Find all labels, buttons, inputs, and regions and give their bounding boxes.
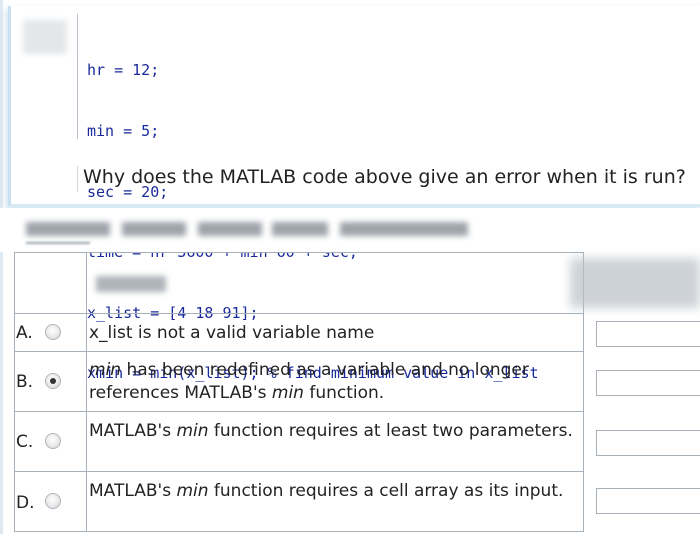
answer-text-italic: min	[271, 383, 304, 403]
answer-text-fragment: MATLAB's	[89, 481, 177, 501]
blurred-column-header	[96, 276, 166, 292]
answer-radio[interactable]	[45, 433, 61, 449]
answer-text: MATLAB's min function requires a cell ar…	[89, 480, 575, 503]
blurred-label	[272, 222, 328, 236]
answer-letter: C.	[16, 432, 34, 452]
side-input[interactable]	[596, 321, 700, 347]
answer-text-fragment: x_list is not a valid variable name	[89, 323, 375, 343]
blurred-label	[340, 222, 468, 236]
blurred-label	[26, 222, 110, 236]
answer-letter: D.	[16, 493, 35, 513]
question-text: Why does the MATLAB code above give an e…	[83, 166, 686, 188]
code-divider	[77, 14, 78, 139]
blurred-label	[122, 222, 186, 236]
answer-radio[interactable]	[45, 324, 61, 340]
question-divider	[77, 166, 78, 192]
answer-text: min has been redefined as a variable and…	[89, 359, 575, 405]
code-line: hr = 12;	[87, 61, 160, 80]
answer-letter: A.	[16, 323, 33, 343]
answers-table: A. x_list is not a valid variable name B…	[10, 252, 700, 534]
side-input[interactable]	[596, 488, 700, 514]
answer-text-fragment: MATLAB's	[89, 421, 177, 441]
side-input[interactable]	[596, 370, 700, 396]
code-line: min = 5;	[87, 122, 160, 140]
side-input[interactable]	[596, 430, 700, 456]
answer-text-fragment: function requires at least two parameter…	[208, 421, 573, 441]
answer-text-italic: min	[89, 360, 122, 380]
blurred-thumbnail	[23, 20, 67, 54]
quiz-screen: hr = 12; min = 5; sec = 20; time = hr*36…	[0, 0, 700, 534]
answer-text-italic: min	[176, 481, 209, 501]
answer-text: x_list is not a valid variable name	[89, 322, 575, 345]
blurred-underline	[26, 242, 90, 244]
answer-text-fragment: function.	[303, 383, 385, 403]
answer-text: MATLAB's min function requires at least …	[89, 420, 575, 443]
answer-radio[interactable]	[45, 373, 61, 389]
answer-letter: B.	[16, 372, 34, 392]
blurred-label	[198, 222, 262, 236]
question-panel: hr = 12; min = 5; sec = 20; time = hr*36…	[8, 6, 700, 382]
left-edge	[0, 0, 3, 534]
answer-radio[interactable]	[45, 493, 61, 509]
answer-text-fragment: function requires a cell array as its in…	[208, 481, 564, 501]
blurred-side-header	[570, 258, 700, 308]
answer-text-italic: min	[176, 421, 209, 441]
